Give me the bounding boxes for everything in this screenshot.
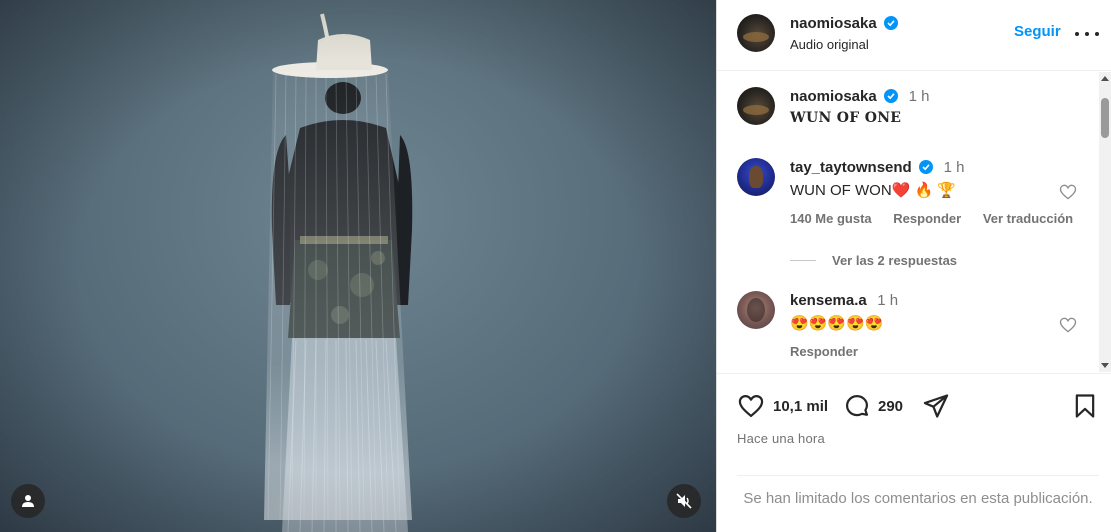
comment-time: 1 h [943, 159, 965, 176]
translate-button[interactable]: Ver traducción [983, 211, 1073, 226]
user-tag-icon [22, 495, 34, 507]
verified-badge-icon [919, 160, 934, 174]
comment-meta: 140 Me gusta Responder Ver traducción [790, 211, 1080, 226]
author-username[interactable]: naomiosaka [790, 15, 877, 32]
media-vignette [0, 0, 716, 532]
commenter-avatar[interactable] [737, 158, 775, 196]
comment-icon[interactable] [843, 392, 871, 420]
comment-like-heart-icon[interactable] [1058, 182, 1078, 202]
speaker-muted-icon [676, 493, 692, 509]
user-tag-button[interactable] [11, 484, 45, 518]
post-timestamp[interactable]: Hace una hora [737, 431, 825, 446]
scroll-down-arrow[interactable] [1101, 363, 1109, 368]
share-icon[interactable] [922, 392, 950, 420]
comment-like-heart-icon[interactable] [1058, 315, 1078, 335]
post-media[interactable] [0, 0, 716, 532]
comment-time: 1 h [877, 292, 899, 309]
heart-icon[interactable] [736, 392, 766, 420]
author-info: naomiosaka Audio original [790, 15, 899, 52]
caption-username[interactable]: naomiosaka [790, 88, 877, 105]
mute-button[interactable] [667, 484, 701, 518]
post-header: naomiosaka Audio original Seguir [717, 0, 1111, 71]
comments-list[interactable]: naomiosaka 1 h WUN OF ONE tay_taytownsen… [717, 71, 1111, 373]
scroll-up-arrow[interactable] [1101, 76, 1109, 81]
more-options-icon[interactable] [1075, 24, 1099, 44]
commenter-username[interactable]: tay_taytownsend [790, 159, 912, 176]
view-replies-button[interactable]: Ver las 2 respuestas [790, 253, 957, 268]
reply-button[interactable]: Responder [893, 211, 961, 226]
reply-button[interactable]: Responder [790, 344, 858, 359]
comments-scrollbar[interactable] [1099, 72, 1111, 372]
scroll-thumb[interactable] [1101, 98, 1109, 138]
caption-avatar[interactable] [737, 87, 775, 125]
post-side-panel: naomiosaka Audio original Seguir naomios… [716, 0, 1111, 532]
comment-emojis: ❤️ 🔥 🏆 [891, 182, 957, 199]
comment-likes-count[interactable]: 140 Me gusta [790, 211, 872, 226]
comment-emojis: 😍😍😍😍😍 [790, 315, 884, 332]
replies-divider [790, 260, 816, 261]
author-avatar[interactable] [737, 14, 775, 52]
comment-count[interactable]: 290 [878, 398, 903, 415]
bookmark-icon[interactable] [1071, 391, 1099, 421]
comment-text: WUN OF WON❤️ 🔥 🏆 [790, 181, 1080, 199]
follow-button[interactable]: Seguir [1014, 23, 1061, 40]
comments-limited-notice: Se han limitado los comentarios en esta … [737, 475, 1099, 510]
audio-label[interactable]: Audio original [790, 37, 898, 52]
commenter-avatar[interactable] [737, 291, 775, 329]
post-actions: 10,1 mil 290 Hace una hora Se han limita… [717, 373, 1111, 532]
verified-badge-icon [884, 89, 899, 103]
verified-badge-icon [884, 16, 899, 30]
commenter-username[interactable]: kensema.a [790, 292, 867, 309]
caption-time: 1 h [908, 88, 930, 105]
view-replies-label[interactable]: Ver las 2 respuestas [832, 253, 957, 268]
comment-text-body: WUN OF WON [790, 182, 892, 199]
comment-meta: Responder [790, 344, 1080, 359]
like-count[interactable]: 10,1 mil [773, 398, 828, 415]
caption-text: WUN OF ONE [790, 110, 902, 126]
